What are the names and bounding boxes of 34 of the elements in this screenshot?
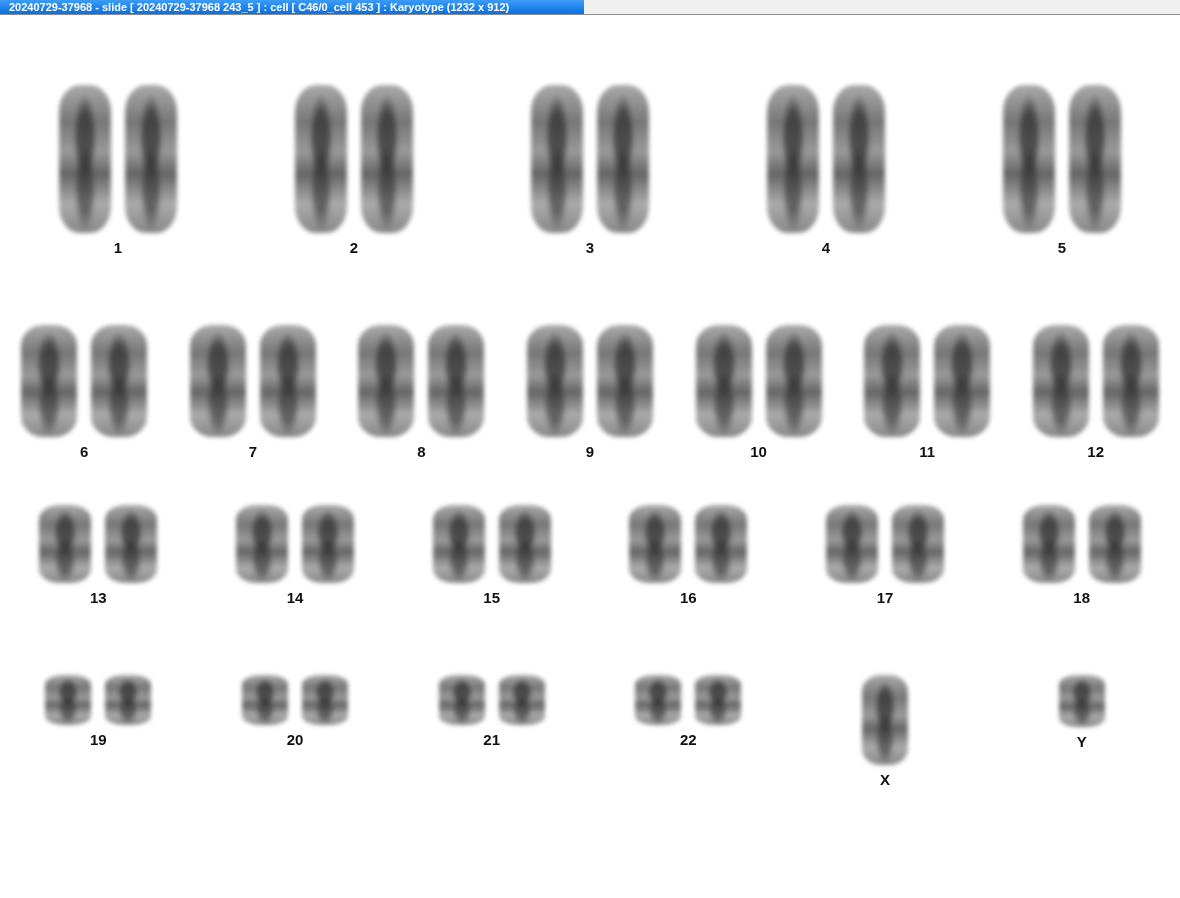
chromosome-image <box>45 675 92 725</box>
chromosome-image <box>1058 675 1105 727</box>
chromosome-label: 2 <box>349 239 359 256</box>
chromosome-image <box>438 675 485 725</box>
chromosome-image <box>242 675 288 725</box>
chromosome-label: 13 <box>90 589 107 606</box>
chromosome-image <box>498 675 545 725</box>
chromosome-image <box>635 675 682 725</box>
chromosome-image <box>302 675 348 725</box>
chromosome-label: 15 <box>483 589 500 606</box>
window-title: 20240729-37968 - slide [ 20240729-37968 243_5 ] : cell [ C46/0_cell 453 ] : Karyotype (1232 x 912) <box>0 0 584 14</box>
chromosome-label: 10 <box>750 443 767 460</box>
chromosome-label: 1 <box>113 239 123 256</box>
chromosome-label: 9 <box>585 443 595 460</box>
chromosome-label: 7 <box>248 443 257 460</box>
chromosome-label: X <box>880 771 890 788</box>
chromosome-label: 19 <box>90 731 107 748</box>
chromosome-label: 3 <box>585 239 595 256</box>
chromosome-label: 4 <box>821 239 831 256</box>
chromosome-label: 16 <box>680 589 697 606</box>
chromosome-label: 14 <box>286 589 304 606</box>
chromosome-label: 5 <box>1057 239 1067 256</box>
chromosome-label: Y <box>1076 733 1087 750</box>
chromosome-label: 18 <box>1073 589 1090 606</box>
chromosome-label: 11 <box>919 443 936 460</box>
chromosome-image <box>105 675 152 725</box>
chromosome-label: 12 <box>1087 443 1105 460</box>
chromosome-label: 6 <box>80 443 89 460</box>
chromosome-label: 20 <box>286 731 304 748</box>
chromosome-label: 8 <box>417 443 426 460</box>
chromosome-label: 22 <box>680 731 697 748</box>
chromosome-label: 17 <box>876 589 894 606</box>
chromosome-label: 21 <box>483 731 500 748</box>
chromosome-image <box>695 675 742 725</box>
